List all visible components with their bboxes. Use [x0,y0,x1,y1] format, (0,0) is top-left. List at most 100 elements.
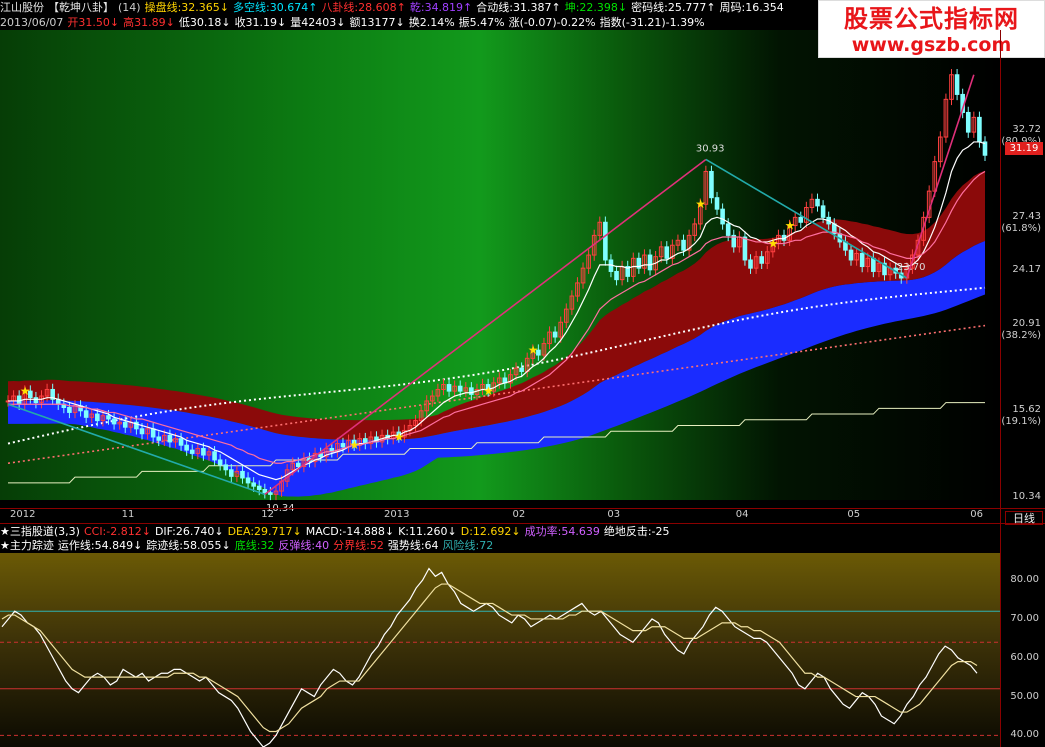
candle-body [954,74,960,95]
indicator1-item: DEA:29.717↓ [227,525,302,538]
buy-star-icon: ★ [483,384,494,398]
header-row1-item: (14) [118,1,141,14]
candle-body [189,449,195,454]
indicator2-item: 强势线:64 [387,539,439,552]
indicator-y-tick: 60.00 [1010,651,1039,663]
buy-star-icon: ★ [785,219,796,233]
header-row2-item: 振5.47% [458,16,505,29]
candle-body [240,470,245,479]
indicator-row-1: ★三指股道(3,3) CCI:-2.812↓ DIF:26.740↓ DEA:29.7… [0,524,820,539]
header-row-1: 江山股份 【乾坤八卦】 (14) 操盘线:32.365↓ 多空线:30.674↑ 八卦线:… [0,0,820,15]
candle-body [111,418,117,425]
indicator2-item: 运作线:54.849↓ [57,539,143,552]
candle-body [614,270,619,281]
indicator-y-tick: 40.00 [1010,729,1039,741]
candle-body [122,421,128,428]
candle-body [647,254,653,271]
indicator2-item: 分界线:52 [333,539,384,552]
candle-body [664,246,670,259]
candle-body [268,492,273,495]
indicator1-item: CCI:-2.812↓ [83,525,151,538]
candle-body [977,116,982,143]
date-x-tick: 06 [970,509,983,520]
date-x-tick: 04 [735,509,749,520]
header-row-2: 2013/06/07 开31.50↓ 高31.89↓ 低30.18↓ 收31.19↓ 量4… [0,15,820,30]
candle-body [223,464,229,471]
indicator-y-tick: 80.00 [1010,574,1039,586]
candle-body [95,413,100,422]
candle-body [798,216,804,223]
header-row1-item: 江山股份 [0,1,44,14]
candle-body [156,436,162,441]
indicator1-item: 成功率:54.639 [524,525,600,538]
candle-body [815,198,820,207]
indicator1-item: D:12.692↓ [460,525,521,538]
site-logo[interactable]: 股票公式指标网 www.gszb.com [818,0,1045,58]
candle-body [229,469,234,477]
indicator2-item: ★主力踪迹 [0,539,54,552]
indicator2-item: 风险线:72 [442,539,494,552]
indicator-chart[interactable] [0,553,1000,747]
indicator-y-tick: 70.00 [1010,612,1039,624]
candle-body [67,407,72,413]
candle-body [871,257,876,272]
candle-body [859,252,865,268]
header-row1-item: 周码:16.354 [719,1,784,14]
header-row2-item: 高31.89↓ [123,16,175,29]
indicator2-item: 反弹线:40 [278,539,330,552]
header-row1-item: 【乾坤八卦】 [48,1,114,14]
date-x-tick: 12 [261,509,274,520]
candle-body [469,387,474,395]
current-price-badge: 31.19 [1005,142,1043,155]
indicator1-item: K:11.260↓ [398,525,457,538]
candle-body [139,428,145,435]
candle-body [256,485,262,490]
candle-body [251,482,256,487]
header-row2-item: 额13177↓ [349,16,405,29]
buy-star-icon: ★ [695,197,706,211]
buy-star-icon: ★ [349,438,360,452]
date-x-tick: 05 [847,509,861,520]
header-row2-item: 换2.14% [408,16,455,29]
candle-body [446,384,452,392]
candle-body [965,111,971,133]
candle-body [748,259,753,269]
header-row1-item: 八卦线:28.608↑ [321,1,406,14]
indicator-line-1 [1,583,978,733]
candle-body [83,410,89,418]
header-row1-item: 合动线:31.387↑ [476,1,561,14]
price-y-tick: 20.91 [1012,317,1041,329]
period-button-daily[interactable]: 日线 [1005,511,1043,525]
indicator1-item: MACD:-14.888↓ [305,525,395,538]
candle-body [552,331,558,338]
date-x-tick: 2013 [384,509,410,520]
candle-body [262,488,268,494]
header-row1-item: 坤:22.398↓ [564,1,628,14]
buy-star-icon: ★ [528,343,539,357]
candle-body [245,477,251,484]
candle-body [184,444,189,451]
candle-body [820,205,826,218]
indicator2-item: 底线:32 [234,539,275,552]
candle-body [167,434,173,443]
header-row2-item: 开31.50↓ [67,16,120,29]
date-x-tick: 11 [121,509,135,520]
header-row1-item: 乾:34.819↑ [409,1,473,14]
header-row2-item: 收31.19↓ [234,16,287,29]
indicator-line-0 [1,567,978,747]
header-row1-item: 操盘线:32.365↓ [144,1,230,14]
candle-body [106,415,111,420]
candle-body [742,236,748,261]
buy-star-icon: ★ [768,237,779,251]
price-y-tick-pct: (38.2%) [1001,329,1041,341]
candle-body [201,447,206,456]
candle-body [296,462,301,468]
price-y-tick: 24.17 [1012,264,1041,276]
price-y-tick: 15.62 [1012,404,1041,416]
candle-body [982,141,988,156]
candle-body [217,459,223,466]
buy-star-icon: ★ [394,430,405,444]
price-y-tick: 10.34 [1012,491,1041,502]
price-annotation: 30.93 [696,143,725,154]
candle-body [178,438,184,446]
